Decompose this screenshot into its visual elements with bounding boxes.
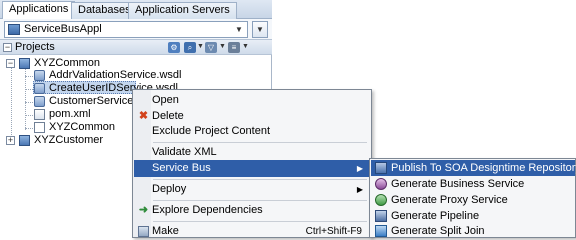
menu-item-shortcut: Ctrl+Shift-F9 (305, 226, 362, 237)
tab-applications[interactable]: Applications (2, 1, 76, 20)
menu-separator (153, 142, 367, 143)
context-menu: Open ✖ Delete Exclude Project Content Va… (132, 89, 372, 238)
tree-line (25, 115, 33, 116)
tree-node-pom[interactable]: pom.xml (34, 108, 132, 121)
navigator-options-icon[interactable]: ≡ (228, 42, 240, 53)
submenu-arrow-icon: ▶ (356, 185, 363, 194)
chevron-down-icon[interactable]: ▼ (219, 43, 226, 50)
expand-icon[interactable]: + (6, 136, 15, 145)
wsdl-file-icon (34, 96, 45, 107)
proxy-service-icon (375, 194, 387, 206)
menu-separator (153, 179, 367, 180)
tree-node-createuser[interactable]: CreateUserIDService.wsdl (33, 81, 178, 94)
menu-item-generate-proxy-service[interactable]: Generate Proxy Service (371, 192, 575, 208)
tree-line (11, 65, 12, 139)
pipeline-icon (375, 210, 387, 222)
menu-item-deploy[interactable]: Deploy ▶ (134, 181, 370, 198)
projects-title: Projects (15, 41, 55, 53)
tree-node-xyzcommon-servicebus[interactable]: XYZCommon (34, 121, 132, 134)
menu-item-generate-business-service[interactable]: Generate Business Service (371, 176, 575, 192)
split-join-icon (375, 225, 387, 237)
menu-item-label: Explore Dependencies (152, 204, 263, 216)
tree-label: CustomerService.wsdl (49, 95, 132, 107)
application-selector-value: ServiceBusAppl (24, 23, 102, 35)
collapse-icon[interactable]: − (6, 59, 15, 68)
menu-separator (153, 200, 367, 201)
menu-item-label: Validate XML (152, 146, 217, 158)
make-icon (138, 226, 149, 237)
chevron-down-icon[interactable]: ▼ (233, 23, 245, 36)
tree-node-xyzcustomer[interactable]: + XYZCustomer (6, 134, 132, 147)
service-bus-overview-icon (34, 122, 45, 133)
menu-item-open[interactable]: Open (134, 92, 370, 109)
submenu-arrow-icon: ▶ (356, 164, 363, 173)
menu-item-label: Generate Pipeline (391, 210, 480, 222)
navigator-tab-strip: Applications Databases Application Serve… (0, 0, 272, 20)
tree-node-customer[interactable]: CustomerService.wsdl (34, 95, 132, 108)
menu-item-generate-pipeline[interactable]: Generate Pipeline (371, 208, 575, 224)
tree-line (25, 89, 33, 90)
tree-label: XYZCustomer (34, 134, 104, 146)
tree-label: pom.xml (49, 108, 91, 120)
menu-item-explore-dependencies[interactable]: ➜ Explore Dependencies (134, 202, 370, 219)
business-service-icon (375, 178, 387, 190)
chevron-down-icon[interactable]: ▼ (197, 43, 204, 50)
wsdl-file-icon (34, 83, 45, 94)
chevron-down-icon[interactable]: ▼ (242, 43, 249, 50)
menu-item-make[interactable]: Make Ctrl+Shift-F9 (134, 223, 370, 240)
project-folder-icon (19, 135, 30, 146)
menu-item-label: Open (152, 94, 179, 106)
menu-separator (153, 221, 367, 222)
project-properties-icon[interactable]: ⚙ (168, 42, 180, 53)
project-folder-icon (19, 58, 30, 69)
menu-item-label: Generate Business Service (391, 178, 525, 190)
service-bus-submenu: Publish To SOA Designtime Repository Gen… (369, 158, 576, 238)
tree-line (25, 128, 33, 129)
menu-item-exclude[interactable]: Exclude Project Content (134, 123, 370, 140)
menu-item-label: Make (152, 225, 179, 237)
xml-file-icon (34, 109, 45, 120)
menu-item-label: Exclude Project Content (152, 125, 271, 137)
find-icon[interactable]: ⌕ (184, 42, 196, 53)
tab-application-servers[interactable]: Application Servers (128, 2, 237, 19)
red-x-delete-icon: ✖ (138, 110, 149, 122)
menu-item-label: Generate Split Join (391, 225, 485, 237)
menu-item-service-bus[interactable]: Service Bus ▶ (134, 160, 370, 177)
application-selector[interactable]: ServiceBusAppl ▼ (4, 21, 248, 38)
application-icon (8, 24, 20, 35)
menu-item-label: Deploy (152, 183, 187, 195)
filter-icon[interactable]: ▽ (205, 42, 217, 53)
tree-line (25, 69, 26, 130)
menu-item-generate-split-join[interactable]: Generate Split Join (371, 223, 575, 239)
wsdl-file-icon (34, 70, 45, 81)
tree-line (25, 102, 33, 103)
projects-header: − Projects ⚙ ⌕ ▼ ▽ ▼ ≡ ▼ (0, 39, 272, 55)
tree-line (25, 76, 33, 77)
menu-item-validate-xml[interactable]: Validate XML (134, 144, 370, 161)
menu-item-label: Publish To SOA Designtime Repository (391, 162, 576, 174)
publish-icon (375, 162, 387, 174)
menu-item-label: Service Bus (152, 162, 211, 174)
menu-item-publish-soa[interactable]: Publish To SOA Designtime Repository (371, 160, 576, 176)
tree-label: XYZCommon (49, 121, 116, 133)
green-arrow-icon: ➜ (138, 204, 149, 216)
menu-item-label: Generate Proxy Service (391, 194, 508, 206)
collapse-icon[interactable]: − (3, 43, 12, 52)
application-menu-button[interactable]: ▼ (252, 21, 268, 38)
application-bar: ServiceBusAppl ▼ ▼ (0, 19, 272, 39)
